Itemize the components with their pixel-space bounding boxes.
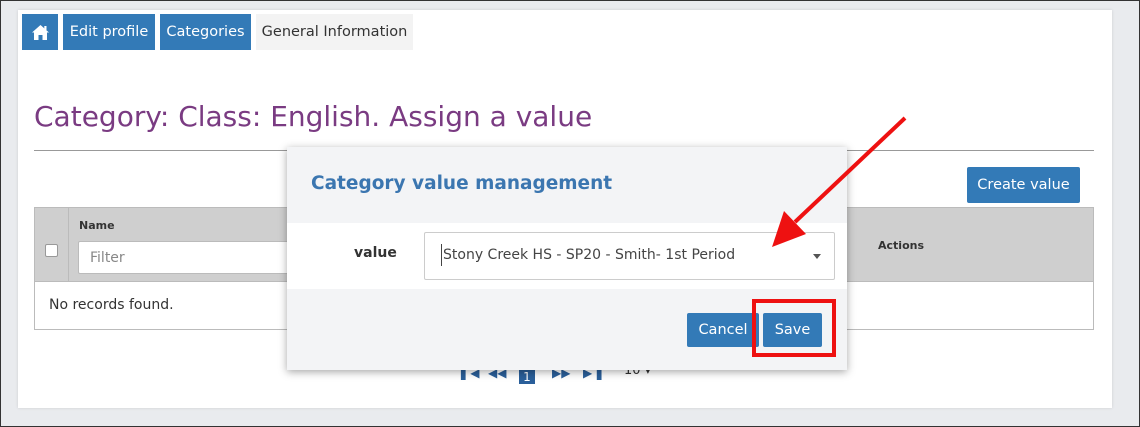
column-header-actions: Actions	[878, 239, 924, 252]
breadcrumb-categories[interactable]: Categories	[160, 14, 251, 50]
select-all-checkbox[interactable]	[45, 244, 58, 257]
chevron-down-icon	[813, 254, 821, 259]
value-select[interactable]: Stony Creek HS - SP20 - Smith- 1st Perio…	[424, 232, 835, 280]
cancel-button[interactable]: Cancel	[687, 313, 759, 347]
column-header-name[interactable]: Name	[79, 219, 115, 232]
dialog-header: Category value management	[287, 147, 847, 223]
home-icon	[31, 24, 49, 40]
save-button[interactable]: Save	[763, 313, 822, 347]
value-select-text: Stony Creek HS - SP20 - Smith- 1st Perio…	[443, 247, 736, 263]
name-filter-input[interactable]: Filter	[78, 241, 308, 274]
text-cursor	[441, 244, 442, 266]
select-all-cell	[35, 208, 69, 281]
page-title: Category: Class: English. Assign a value	[34, 100, 593, 133]
category-value-dialog: Category value management value Stony Cr…	[287, 147, 847, 370]
create-value-button[interactable]: Create value	[967, 167, 1080, 203]
empty-message: No records found.	[49, 297, 174, 313]
breadcrumb-home[interactable]	[22, 14, 58, 50]
dialog-title: Category value management	[311, 173, 613, 194]
dialog-footer: Cancel Save	[287, 289, 847, 370]
value-label: value	[354, 245, 397, 261]
breadcrumb-general-information[interactable]: General Information	[256, 14, 413, 50]
dialog-body: value Stony Creek HS - SP20 - Smith- 1st…	[287, 223, 847, 289]
breadcrumb-edit-profile[interactable]: Edit profile	[63, 14, 155, 50]
